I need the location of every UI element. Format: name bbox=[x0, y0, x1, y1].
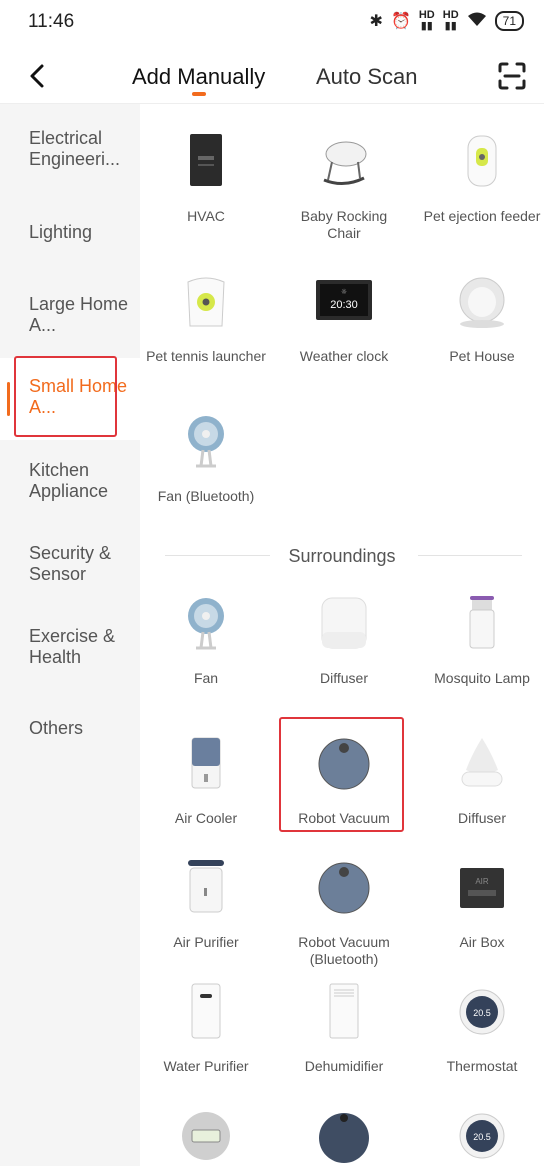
device-baby-rocking-chair[interactable]: Baby Rocking Chair bbox=[284, 132, 404, 242]
diffuser-icon bbox=[314, 594, 374, 654]
device-hvac[interactable]: HVAC bbox=[146, 132, 266, 225]
device-grid: HVAC Baby Rocking Chair Pet ejection fee… bbox=[140, 104, 544, 1166]
signal-icon: HD ▮▮ bbox=[418, 9, 435, 32]
device-pet-house[interactable]: Pet House bbox=[422, 272, 542, 365]
section-divider bbox=[418, 555, 522, 556]
bluetooth-icon: ✱ bbox=[369, 13, 383, 30]
tab-add-manually[interactable]: Add Manually bbox=[132, 64, 265, 90]
sidebar-item-kitchen[interactable]: Kitchen Appliance bbox=[0, 460, 140, 502]
robot-vacuum-icon bbox=[314, 1106, 374, 1166]
thermostat-reading: 20.5 bbox=[473, 1132, 491, 1142]
scan-icon[interactable] bbox=[496, 60, 528, 92]
sidebar-item-others[interactable]: Others bbox=[0, 718, 140, 739]
air-cooler-icon bbox=[176, 734, 236, 794]
dehumidifier-icon bbox=[314, 982, 374, 1042]
device-dehumidifier[interactable]: Dehumidifier bbox=[284, 982, 404, 1075]
hvac-icon bbox=[176, 132, 236, 192]
nav-bar: Add Manually Auto Scan bbox=[0, 52, 544, 104]
weather-clock-time: 20:30 bbox=[330, 299, 358, 311]
alarm-icon: ⏰ bbox=[390, 13, 411, 30]
device-air-box[interactable]: AIR Air Box bbox=[422, 858, 542, 951]
fan-icon bbox=[176, 412, 236, 472]
device-pet-ejection-feeder[interactable]: Pet ejection feeder bbox=[422, 132, 542, 225]
tab-indicator bbox=[192, 92, 206, 96]
robot-vacuum-icon bbox=[314, 858, 374, 918]
air-purifier-icon bbox=[176, 858, 236, 918]
device-diffuser[interactable]: Diffuser bbox=[284, 594, 404, 687]
fan-icon bbox=[176, 594, 236, 654]
mosquito-lamp-icon bbox=[452, 594, 512, 654]
tennis-launcher-icon bbox=[176, 272, 236, 332]
device-weather-clock[interactable]: 20:30 ☼ Weather clock bbox=[284, 272, 404, 365]
device-partial-1[interactable] bbox=[146, 1106, 266, 1166]
device-diffuser-2[interactable]: Diffuser bbox=[422, 734, 542, 827]
device-partial-2[interactable] bbox=[284, 1106, 404, 1166]
device-water-purifier[interactable]: Water Purifier bbox=[146, 982, 266, 1075]
pet-feeder-icon bbox=[452, 132, 512, 192]
pet-house-icon bbox=[452, 272, 512, 332]
sidebar-item-electrical[interactable]: Electrical Engineeri... bbox=[0, 128, 140, 170]
status-bar: 11:46 ✱ ⏰ HD ▮▮ HD ▮▮ 71 bbox=[0, 0, 544, 44]
sidebar-item-large-home[interactable]: Large Home A... bbox=[0, 294, 140, 336]
status-icons: ✱ ⏰ HD ▮▮ HD ▮▮ 71 bbox=[370, 10, 524, 32]
air-box-label: AIR bbox=[475, 877, 489, 886]
device-air-cooler[interactable]: Air Cooler bbox=[146, 734, 266, 827]
device-robot-vacuum-bluetooth[interactable]: Robot Vacuum (Bluetooth) bbox=[284, 858, 404, 968]
status-time: 11:46 bbox=[28, 11, 75, 32]
robot-vacuum-icon bbox=[314, 734, 374, 794]
section-title-surroundings: Surroundings bbox=[288, 546, 396, 566]
thermostat-reading: 20.5 bbox=[473, 1008, 491, 1018]
signal-icon: HD ▮▮ bbox=[442, 9, 459, 32]
device-fan[interactable]: Fan bbox=[146, 594, 266, 687]
category-sidebar: Electrical Engineeri... Lighting Large H… bbox=[0, 104, 140, 1166]
device-partial-3[interactable]: 20.5 bbox=[422, 1106, 542, 1166]
thermostat-icon: 20.5 bbox=[452, 1106, 512, 1166]
thermostat-icon: 20.5 bbox=[452, 982, 512, 1042]
device-air-purifier[interactable]: Air Purifier bbox=[146, 858, 266, 951]
sidebar-item-lighting[interactable]: Lighting bbox=[0, 222, 140, 243]
meter-icon bbox=[176, 1106, 236, 1166]
diffuser-icon bbox=[452, 734, 512, 794]
active-indicator bbox=[7, 382, 10, 416]
device-pet-tennis-launcher[interactable]: Pet tennis launcher bbox=[146, 272, 266, 365]
rocking-chair-icon bbox=[314, 132, 374, 192]
device-mosquito-lamp[interactable]: Mosquito Lamp bbox=[422, 594, 542, 687]
battery-icon: 71 bbox=[494, 11, 524, 31]
water-purifier-icon bbox=[176, 982, 236, 1042]
sidebar-item-small-home[interactable]: Small Home A... bbox=[0, 358, 140, 440]
sidebar-item-exercise[interactable]: Exercise & Health bbox=[0, 626, 140, 668]
device-fan-bluetooth[interactable]: Fan (Bluetooth) bbox=[146, 412, 266, 505]
air-box-icon: AIR bbox=[452, 858, 512, 918]
weather-clock-icon: 20:30 ☼ bbox=[314, 272, 374, 332]
wifi-icon bbox=[467, 11, 487, 32]
device-robot-vacuum[interactable]: Robot Vacuum bbox=[284, 734, 404, 827]
tab-auto-scan[interactable]: Auto Scan bbox=[316, 64, 418, 90]
device-thermostat[interactable]: 20.5 Thermostat bbox=[422, 982, 542, 1075]
sidebar-item-security[interactable]: Security & Sensor bbox=[0, 543, 140, 585]
back-icon[interactable] bbox=[26, 60, 50, 92]
svg-text:☼: ☼ bbox=[341, 288, 347, 296]
